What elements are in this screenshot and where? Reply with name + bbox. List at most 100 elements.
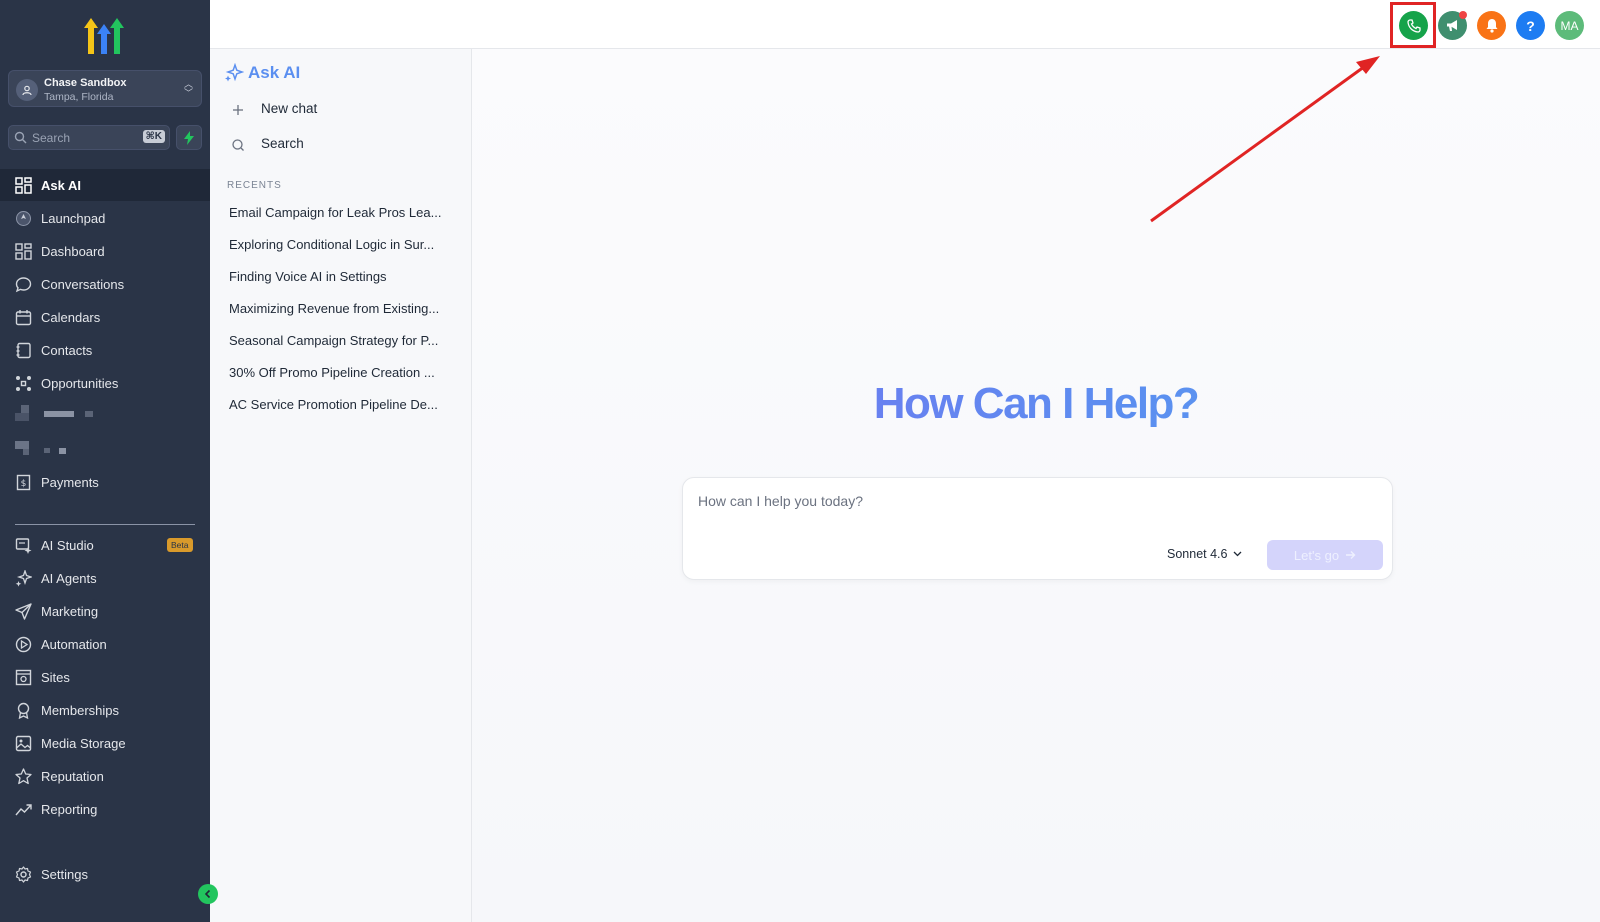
plus-icon <box>233 105 243 115</box>
sidebar-item-ai-studio[interactable]: AI Studio Beta <box>0 529 210 561</box>
sidebar-item-label: Media Storage <box>41 735 126 751</box>
sidebar-item-payments[interactable]: $ Payments <box>0 466 210 498</box>
quick-action-button[interactable] <box>176 125 202 150</box>
recent-chat-item[interactable]: Finding Voice AI in Settings <box>229 269 387 284</box>
sidebar-item-label: Memberships <box>41 702 120 718</box>
search-icon <box>14 131 27 144</box>
lets-go-button[interactable]: Let's go <box>1267 540 1383 570</box>
sidebar-item-label: Sites <box>41 669 70 685</box>
chevron-left-icon <box>204 889 211 899</box>
sidebar-item-launchpad[interactable]: Launchpad <box>0 202 210 234</box>
redacted-nav-item[interactable] <box>15 405 105 421</box>
sidebar-item-calendars[interactable]: Calendars <box>0 301 210 333</box>
recent-chat-item[interactable]: Maximizing Revenue from Existing... <box>229 301 439 316</box>
recent-chat-item[interactable]: Email Campaign for Leak Pros Lea... <box>229 205 441 220</box>
sidebar-item-label: AI Agents <box>41 570 97 586</box>
sidebar-item-automation[interactable]: Automation <box>0 628 210 660</box>
sidebar-item-marketing[interactable]: Marketing <box>0 595 210 627</box>
notifications-button[interactable] <box>1477 11 1506 40</box>
sidebar-item-memberships[interactable]: Memberships <box>0 694 210 726</box>
avatar-initials: MA <box>1560 18 1579 33</box>
sidebar-item-label: Reporting <box>41 801 98 817</box>
launchpad-icon <box>16 211 31 226</box>
chevron-down-icon <box>1234 551 1242 557</box>
model-label: Sonnet 4.6 <box>1167 547 1228 561</box>
sidebar-item-contacts[interactable]: Contacts <box>0 334 210 366</box>
sidebar-item-label: AI Studio <box>41 537 94 553</box>
account-name: Chase Sandbox <box>44 77 127 89</box>
arrow-right-icon <box>1346 551 1356 559</box>
prompt-input[interactable]: How can I help you today? <box>698 493 863 509</box>
sidebar-item-label: Contacts <box>41 342 93 358</box>
sparkle-icon <box>15 570 32 587</box>
sidebar-item-label: Marketing <box>41 603 99 619</box>
lets-go-label: Let's go <box>1293 547 1340 563</box>
lightning-icon <box>184 130 194 145</box>
send-icon <box>15 603 32 620</box>
sidebar-item-label: Automation <box>41 636 107 652</box>
recent-chat-item[interactable]: 30% Off Promo Pipeline Creation ... <box>229 365 435 380</box>
sidebar-item-label: Opportunities <box>41 375 119 391</box>
annotation-highlight-box <box>1390 2 1436 48</box>
sidebar-item-label: Dashboard <box>41 243 105 259</box>
calendar-icon <box>15 310 32 326</box>
cut-off-nav-item[interactable] <box>15 835 140 841</box>
search-placeholder: Search <box>32 131 71 145</box>
ribbon-icon <box>17 702 30 719</box>
recent-chat-item[interactable]: Seasonal Campaign Strategy for P... <box>229 333 438 348</box>
sidebar-divider <box>15 524 195 525</box>
model-selector[interactable]: Sonnet 4.6 <box>1167 547 1242 561</box>
chat-bubble-icon <box>15 277 32 293</box>
redacted-nav-item[interactable] <box>15 441 75 457</box>
receipt-icon: $ <box>16 474 31 491</box>
sidebar-item-sites[interactable]: Sites <box>0 661 210 693</box>
sparkle-icon <box>225 63 244 82</box>
sidebar-item-settings[interactable]: Settings <box>0 858 210 890</box>
sidebar-item-ask-ai[interactable]: Ask AI <box>0 169 210 201</box>
page-headline: How Can I Help? <box>472 379 1600 429</box>
gear-icon <box>15 866 32 883</box>
recent-chat-item[interactable]: AC Service Promotion Pipeline De... <box>229 397 438 412</box>
sidebar-item-ai-agents[interactable]: AI Agents <box>0 562 210 594</box>
svg-text:$: $ <box>21 479 27 489</box>
new-chat-button[interactable]: New chat <box>224 96 454 124</box>
sidebar-search[interactable]: Search ⌘K <box>8 125 170 150</box>
bell-icon <box>1486 19 1497 33</box>
sidebar-item-opportunities[interactable]: Opportunities <box>0 367 210 399</box>
sidebar: Chase Sandbox Tampa, Florida ︿ ﹀ Search ⌘… <box>0 0 210 922</box>
search-chats-button[interactable]: Search <box>224 131 454 159</box>
location-icon <box>16 79 38 101</box>
sidebar-item-label: Settings <box>41 866 88 882</box>
app-logo[interactable] <box>80 16 128 56</box>
sidebar-item-media-storage[interactable]: Media Storage <box>0 727 210 759</box>
sidebar-item-dashboard[interactable]: Dashboard <box>0 235 210 267</box>
sidebar-item-conversations[interactable]: Conversations <box>0 268 210 300</box>
sidebar-item-label: Ask AI <box>41 177 81 193</box>
recents-heading: RECENTS <box>227 180 282 191</box>
chevron-updown-icon: ︿ ﹀ <box>183 79 193 98</box>
beta-badge: Beta <box>167 538 193 552</box>
dashboard-icon <box>15 243 32 260</box>
search-shortcut: ⌘K <box>142 130 165 143</box>
star-icon <box>15 768 32 785</box>
sidebar-item-label: Conversations <box>41 276 125 292</box>
prompt-input-box[interactable]: How can I help you today? Sonnet 4.6 Let… <box>682 477 1393 580</box>
panel-title: Ask AI <box>248 63 301 82</box>
sidebar-item-reporting[interactable]: Reporting <box>0 793 210 825</box>
image-icon <box>15 735 32 752</box>
recent-chat-item[interactable]: Exploring Conditional Logic in Sur... <box>229 237 434 252</box>
sidebar-collapse-button[interactable] <box>198 884 218 904</box>
main-content: How Can I Help? How can I help you today… <box>472 49 1600 922</box>
user-avatar[interactable]: MA <box>1555 11 1584 40</box>
help-button[interactable]: ? <box>1516 11 1545 40</box>
contacts-icon <box>16 342 31 359</box>
trend-icon <box>15 804 32 816</box>
account-location: Tampa, Florida <box>44 91 114 103</box>
chat-history-panel: Ask AI New chat Search RECENTS Email Cam… <box>210 49 472 922</box>
sidebar-item-reputation[interactable]: Reputation <box>0 760 210 792</box>
search-icon <box>232 139 244 151</box>
sidebar-item-label: Calendars <box>41 309 101 325</box>
new-chat-label: New chat <box>261 101 318 116</box>
account-switcher[interactable]: Chase Sandbox Tampa, Florida ︿ ﹀ <box>8 70 202 107</box>
megaphone-icon <box>1447 20 1457 31</box>
